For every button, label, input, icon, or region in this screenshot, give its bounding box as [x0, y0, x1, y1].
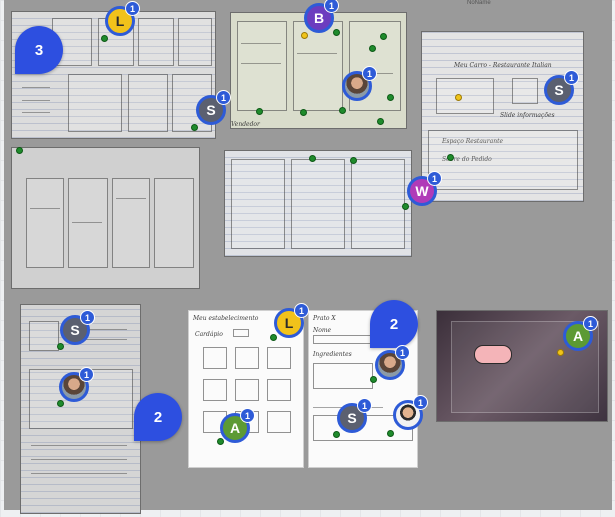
comment-count-badge: 1 [216, 90, 231, 105]
comment-dot[interactable] [309, 155, 316, 162]
board-top-label: NoName [467, 0, 491, 6]
sketch-label-vendedor: Vendedor [231, 121, 260, 128]
user-avatar-b[interactable]: B 1 [304, 0, 339, 33]
comment-dot[interactable] [300, 109, 307, 116]
sketch-title-restaurant: Meu Carro - Restaurante Italian [454, 62, 552, 69]
avatar-initial: A [229, 420, 241, 436]
comment-dot[interactable] [402, 203, 409, 210]
pink-button-sketch[interactable] [474, 345, 512, 364]
comment-count-badge: 1 [413, 395, 428, 410]
comment-dot[interactable] [380, 33, 387, 40]
sketch-photo-3[interactable]: Meu Carro - Restaurante Italian Espaço R… [421, 31, 584, 202]
comment-dot[interactable] [350, 157, 357, 164]
comment-dot[interactable] [57, 400, 64, 407]
comment-count-badge: 1 [79, 367, 94, 382]
comment-count-badge: 1 [80, 310, 95, 325]
comment-count-badge: 1 [357, 398, 372, 413]
comment-dot[interactable] [339, 107, 346, 114]
comment-dot[interactable] [370, 376, 377, 383]
comment-dot[interactable] [256, 108, 263, 115]
user-avatar-a[interactable]: A 1 [220, 408, 255, 443]
comment-count-badge: 1 [583, 316, 598, 331]
avatar-initial: L [284, 315, 294, 331]
user-avatar-photo[interactable]: 1 [342, 66, 377, 101]
avatar-initial: S [347, 410, 357, 426]
user-avatar-l[interactable]: L 1 [274, 303, 309, 338]
comment-dot[interactable] [557, 349, 564, 356]
sketch-label-slide: Slide informações [500, 112, 555, 119]
avatar-initial: S [70, 322, 80, 338]
comment-dot[interactable] [377, 118, 384, 125]
comment-count-badge: 1 [564, 70, 579, 85]
comment-dot[interactable] [16, 147, 23, 154]
avatar-initial: W [415, 183, 429, 199]
user-avatar-s[interactable]: S 1 [60, 310, 95, 345]
menu-card-subtitle: Cardápio [195, 331, 223, 338]
user-avatar-a[interactable]: A 1 [563, 316, 598, 351]
user-avatar-s[interactable]: S 1 [544, 70, 579, 105]
user-avatar-s[interactable]: S 1 [196, 90, 231, 125]
comment-dot[interactable] [270, 334, 277, 341]
comment-dot[interactable] [455, 94, 462, 101]
comment-dot[interactable] [387, 430, 394, 437]
comment-dot[interactable] [333, 431, 340, 438]
comment-dot[interactable] [301, 32, 308, 39]
user-avatar-w[interactable]: W 1 [407, 171, 442, 206]
comment-dot[interactable] [191, 124, 198, 131]
comment-count-badge: 1 [395, 345, 410, 360]
comment-dot[interactable] [333, 29, 340, 36]
dish-card-title: Prato X [313, 315, 336, 322]
cluster-count-bubble[interactable]: 2 [134, 393, 182, 441]
comment-dot[interactable] [369, 45, 376, 52]
comment-count-badge: 1 [362, 66, 377, 81]
comment-count-badge: 1 [294, 303, 309, 318]
user-avatar-photo[interactable]: 1 [375, 345, 410, 380]
comment-count-badge: 1 [427, 171, 442, 186]
menu-card-title: Meu estabelecimento [193, 315, 259, 322]
user-avatar-s[interactable]: S 1 [337, 398, 372, 433]
user-avatar-photo[interactable]: 1 [59, 367, 94, 402]
comment-dot[interactable] [217, 438, 224, 445]
user-avatar-photo[interactable]: 1 [393, 395, 428, 430]
cluster-count-bubble[interactable]: 2 [370, 300, 418, 348]
avatar-initial: A [572, 328, 584, 344]
user-avatar-l[interactable]: L 1 [105, 1, 140, 36]
dish-card-ingredients: Ingredientes [313, 351, 352, 358]
comment-count-badge: 1 [240, 408, 255, 423]
avatar-initial: S [206, 102, 216, 118]
comment-count-badge: 1 [125, 1, 140, 16]
sketch-photo-4[interactable] [11, 147, 200, 289]
avatar-initial: B [313, 10, 325, 26]
avatar-initial: S [554, 82, 564, 98]
avatar-initial: L [115, 13, 125, 29]
dish-card-name: Nome [313, 327, 332, 334]
comment-dot[interactable] [57, 343, 64, 350]
comment-dot[interactable] [101, 35, 108, 42]
sketch-photo-5[interactable] [224, 150, 412, 257]
comment-dot[interactable] [447, 154, 454, 161]
cluster-count-bubble[interactable]: 3 [15, 26, 63, 74]
comment-dot[interactable] [387, 94, 394, 101]
